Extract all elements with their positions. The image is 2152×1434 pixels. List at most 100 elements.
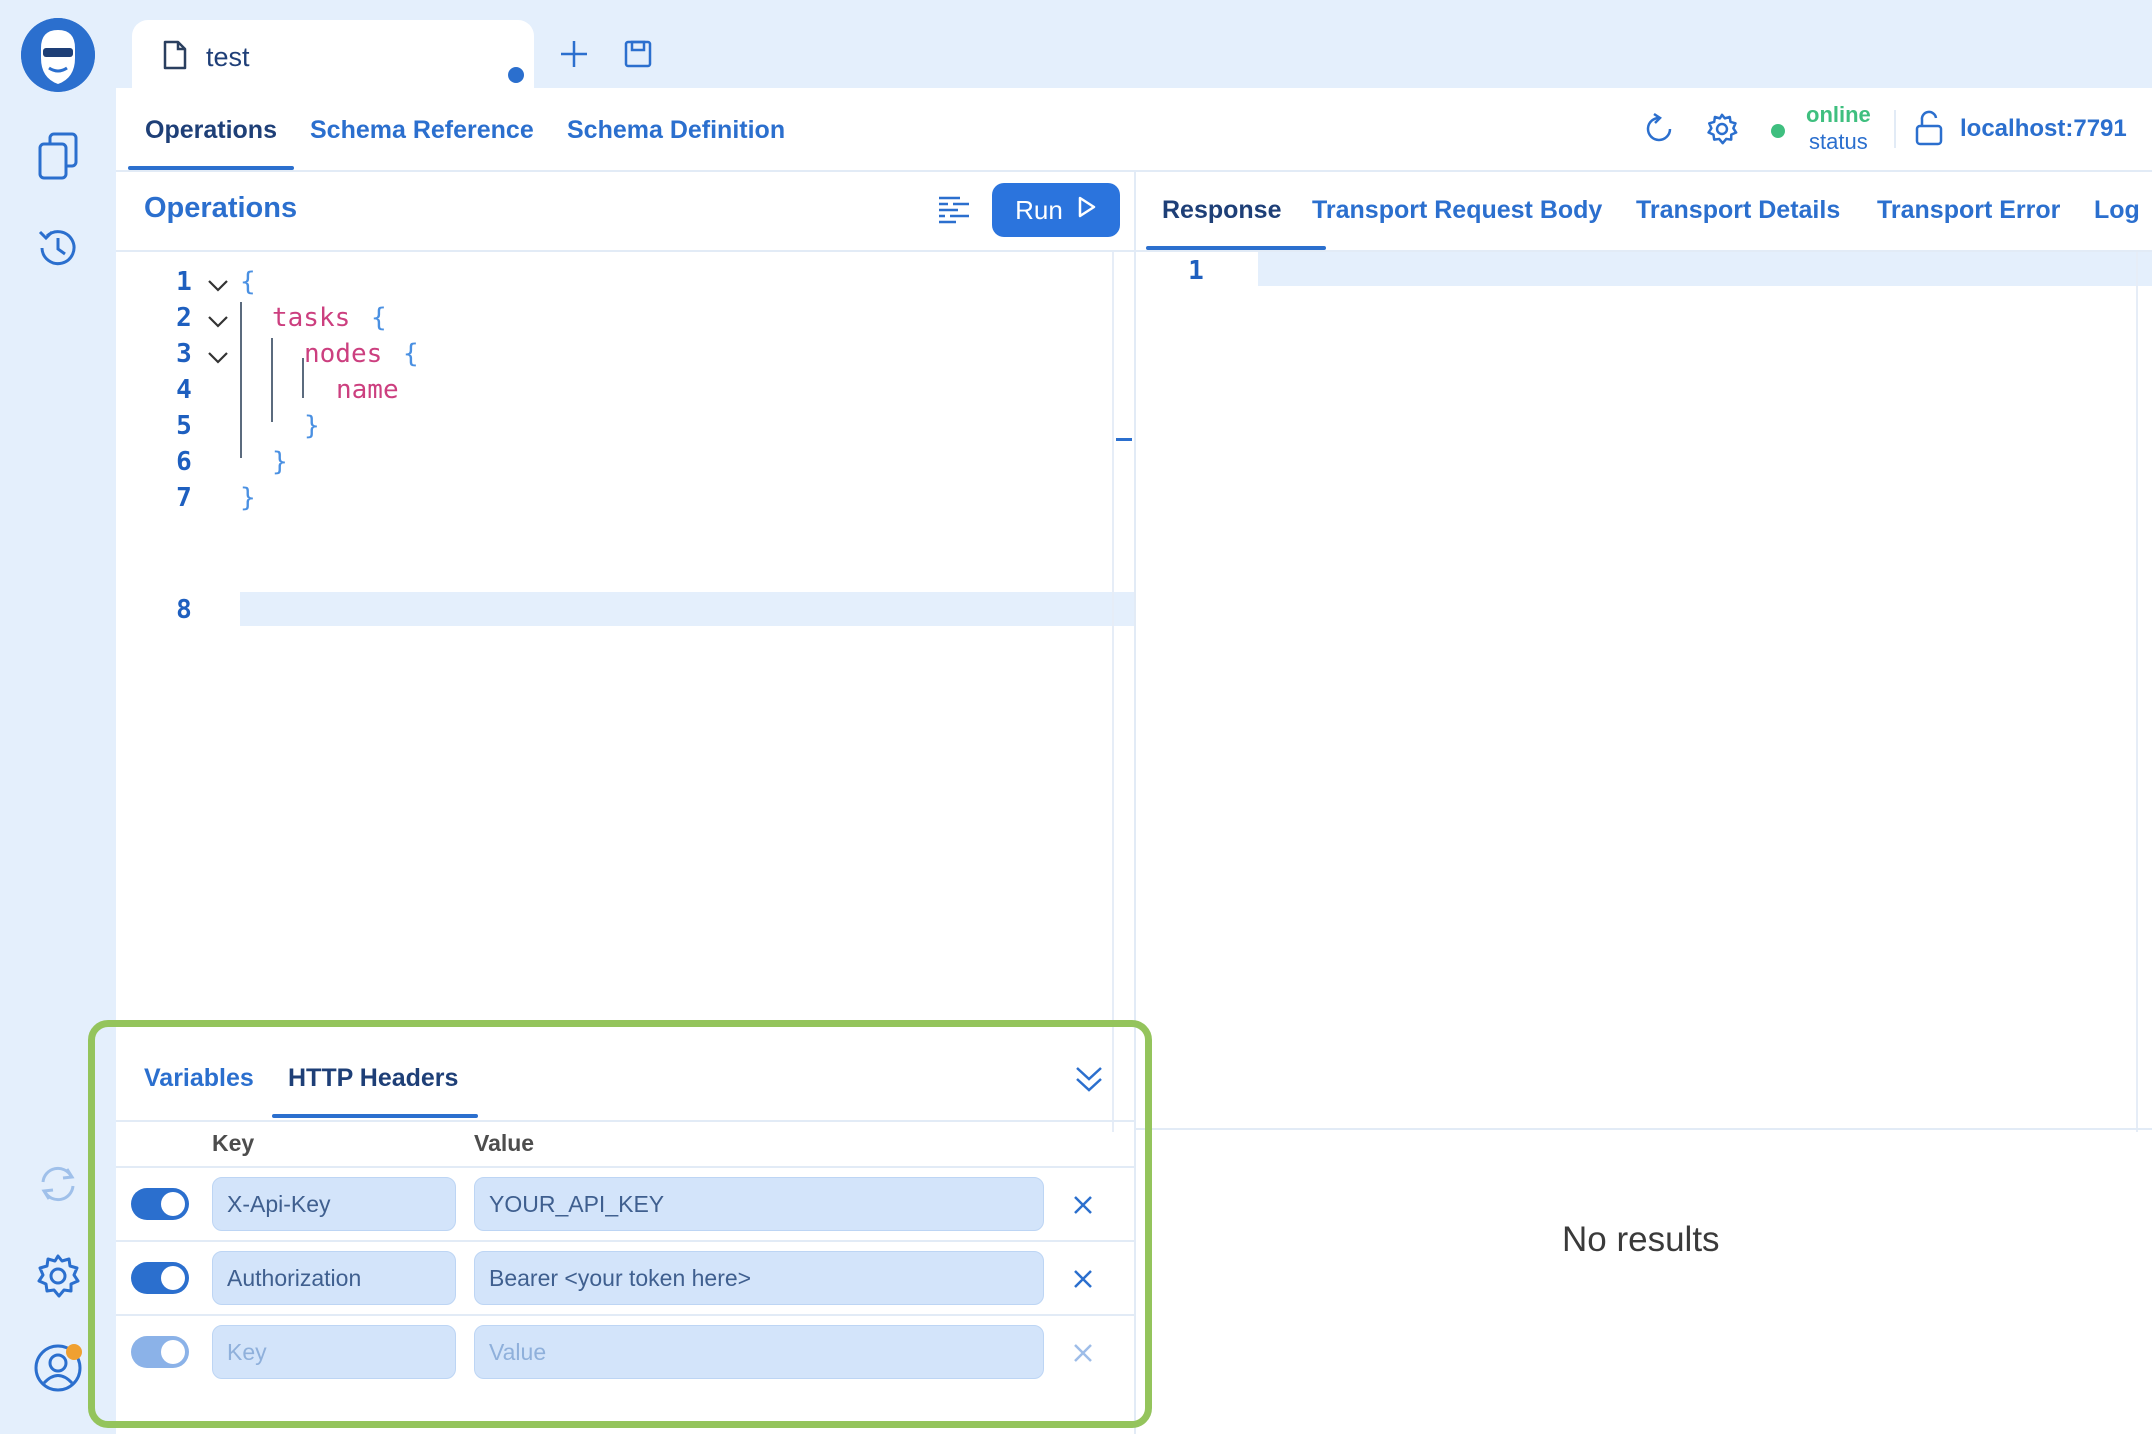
- line-number: 5: [176, 411, 192, 441]
- code-token: }: [272, 447, 288, 477]
- play-icon: [1077, 195, 1097, 226]
- add-tab-button[interactable]: [556, 36, 592, 72]
- left-sidebar: [0, 0, 116, 1434]
- editor-scrollbar[interactable]: [1112, 252, 1114, 1132]
- fold-chevron-icon[interactable]: [206, 309, 230, 339]
- remove-header-close-icon[interactable]: [1070, 1340, 1096, 1366]
- code-line: 4 name: [116, 375, 1134, 411]
- line-number: 8: [176, 595, 192, 625]
- line-number: 3: [176, 339, 192, 369]
- toggle-knob: [161, 1192, 185, 1216]
- divider: [116, 1120, 1134, 1122]
- divider: [1136, 1128, 2152, 1130]
- header-enabled-toggle[interactable]: [131, 1188, 189, 1220]
- tab-log[interactable]: Log: [2094, 196, 2140, 225]
- line-number: 1: [1188, 256, 1204, 286]
- settings-gear-icon[interactable]: [28, 1246, 88, 1306]
- connection-status-value: online: [1806, 102, 1871, 127]
- remove-header-close-icon[interactable]: [1070, 1192, 1096, 1218]
- status-dot: [1771, 124, 1785, 138]
- collapse-panel-icon[interactable]: [1072, 1062, 1106, 1101]
- column-header-key: Key: [212, 1130, 255, 1156]
- header-key-input[interactable]: X-Api-Key: [212, 1177, 456, 1231]
- header-key-input[interactable]: Authorization: [212, 1251, 456, 1305]
- active-line-highlight: [1258, 252, 2152, 286]
- run-button-label: Run: [1015, 194, 1063, 225]
- remove-header-close-icon[interactable]: [1070, 1266, 1096, 1292]
- divider: [1894, 110, 1896, 148]
- code-token: }: [304, 411, 320, 441]
- endpoint-url[interactable]: localhost:7791: [1960, 115, 2127, 143]
- history-icon[interactable]: [28, 218, 88, 278]
- line-number: 7: [176, 483, 192, 513]
- code-token: tasks: [272, 303, 351, 333]
- code-line: 2 tasks {: [116, 303, 1134, 339]
- fold-chevron-icon[interactable]: [206, 345, 230, 375]
- new-header-key-input[interactable]: Key: [212, 1325, 456, 1379]
- prettify-icon[interactable]: [936, 192, 972, 228]
- line-number: 2: [176, 303, 192, 333]
- new-header-value-input[interactable]: Value: [474, 1325, 1044, 1379]
- header-enabled-toggle[interactable]: [131, 1336, 189, 1368]
- code-token: name: [336, 375, 399, 405]
- tab-response[interactable]: Response: [1162, 196, 1281, 225]
- save-button[interactable]: [620, 36, 656, 72]
- top-navigation: Operations Schema Reference Schema Defin…: [116, 88, 2152, 172]
- scroll-marker: [1116, 438, 1132, 441]
- header-enabled-toggle[interactable]: [131, 1262, 189, 1294]
- code-line: 5 }: [116, 411, 1134, 447]
- active-tab-underline: [128, 166, 294, 170]
- tab-variables[interactable]: Variables: [144, 1064, 254, 1093]
- divider: [116, 1166, 1134, 1168]
- line-number: 1: [176, 267, 192, 297]
- operations-title: Operations: [144, 192, 298, 224]
- refresh-icon[interactable]: [1642, 112, 1676, 151]
- code-token: }: [240, 483, 256, 513]
- line-number: 4: [176, 375, 192, 405]
- toggle-knob: [161, 1340, 185, 1364]
- response-scrollbar[interactable]: [2136, 252, 2138, 1132]
- unsaved-indicator: [508, 67, 524, 83]
- run-button[interactable]: Run: [992, 183, 1120, 237]
- tab-transport-details[interactable]: Transport Details: [1636, 196, 1840, 225]
- tab-operations[interactable]: Operations: [145, 116, 277, 145]
- fold-chevron-icon[interactable]: [206, 273, 230, 303]
- document-tab-title: test: [206, 42, 250, 72]
- tab-schema-reference[interactable]: Schema Reference: [310, 116, 534, 145]
- document-tab[interactable]: test: [132, 20, 534, 88]
- gear-icon[interactable]: [1705, 112, 1739, 151]
- document-icon: [162, 40, 188, 75]
- collections-icon[interactable]: [28, 126, 88, 186]
- code-line: 1 {: [116, 267, 1134, 303]
- app-logo[interactable]: [21, 18, 95, 92]
- divider: [116, 1240, 1134, 1242]
- document-tab-strip: test: [116, 0, 2152, 88]
- code-token: {: [371, 303, 387, 333]
- code-line: 8: [116, 593, 1134, 629]
- tab-transport-error[interactable]: Transport Error: [1877, 196, 2060, 225]
- toggle-knob: [161, 1266, 185, 1290]
- sync-icon[interactable]: [28, 1154, 88, 1214]
- code-token: {: [403, 339, 419, 369]
- active-tab-underline: [272, 1114, 478, 1118]
- main-panel: Operations Schema Reference Schema Defin…: [116, 88, 2152, 1434]
- tab-http-headers[interactable]: HTTP Headers: [288, 1064, 458, 1093]
- code-token: {: [240, 267, 256, 297]
- column-header-value: Value: [474, 1130, 535, 1156]
- tab-transport-request-body[interactable]: Transport Request Body: [1312, 196, 1602, 225]
- line-number: 6: [176, 447, 192, 477]
- connection-status-label: status: [1809, 129, 1868, 154]
- query-editor[interactable]: 1 { 2 tasks { 3 nodes { 4 name 5 } 6 } 7…: [116, 252, 1134, 1132]
- code-line: 3 nodes {: [116, 339, 1134, 375]
- header-value-input[interactable]: YOUR_API_KEY: [474, 1177, 1044, 1231]
- unlock-icon[interactable]: [1914, 110, 1944, 151]
- code-token: nodes: [304, 339, 383, 369]
- tab-schema-definition[interactable]: Schema Definition: [567, 116, 785, 145]
- code-line: 6 }: [116, 447, 1134, 483]
- header-value-input[interactable]: Bearer <your token here>: [474, 1251, 1044, 1305]
- code-line: 7 }: [116, 483, 1134, 519]
- empty-results-message: No results: [1562, 1220, 1720, 1259]
- divider: [116, 1314, 1134, 1316]
- account-icon[interactable]: [28, 1338, 88, 1398]
- column-divider[interactable]: [1134, 170, 1136, 1434]
